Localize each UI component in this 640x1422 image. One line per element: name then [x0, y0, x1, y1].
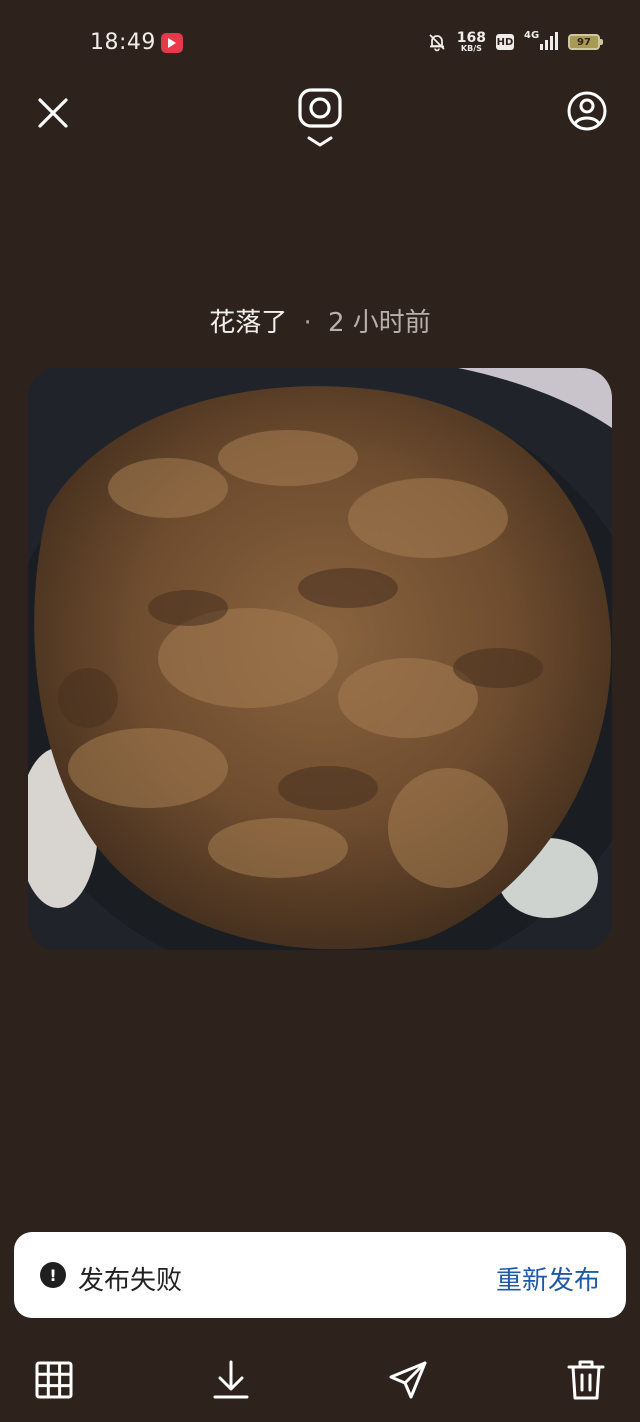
- trash-icon: [567, 1360, 605, 1400]
- hd-badge: HD: [496, 34, 514, 50]
- send-icon: [389, 1361, 427, 1399]
- profile-button[interactable]: [562, 86, 612, 136]
- grid-button[interactable]: [32, 1358, 76, 1402]
- toast-message: 发布失败: [78, 1266, 183, 1296]
- bottom-bar: [0, 1350, 640, 1410]
- battery-icon: 97: [568, 34, 603, 50]
- profile-icon: [567, 91, 607, 131]
- meta-separator: ·: [303, 308, 312, 338]
- camera-button[interactable]: [290, 84, 350, 154]
- delete-button[interactable]: [564, 1358, 608, 1402]
- mute-bell-icon: [429, 34, 445, 52]
- download-icon: [213, 1360, 249, 1399]
- republish-button[interactable]: 重新发布: [496, 1260, 600, 1297]
- top-bar: [0, 84, 640, 164]
- post-meta: 花落了 · 2 小时前: [0, 302, 640, 339]
- post-author[interactable]: 花落了: [209, 308, 287, 338]
- grid-icon: [35, 1361, 73, 1399]
- status-time: 18:49: [90, 30, 156, 55]
- close-button[interactable]: [30, 90, 76, 136]
- close-icon: [38, 98, 68, 128]
- signal-icon: 4G: [524, 30, 558, 52]
- download-button[interactable]: [209, 1358, 253, 1402]
- post-time: 2 小时前: [328, 308, 431, 338]
- publish-failed-toast: ! 发布失败 重新发布: [14, 1232, 626, 1318]
- send-button[interactable]: [386, 1358, 430, 1402]
- status-icons: 168 KB/S HD 4G 97: [427, 28, 603, 56]
- status-bar: 18:49 168 KB/S HD 4G 97: [0, 0, 640, 84]
- app-notification-icon: [161, 33, 183, 53]
- food-photo: [28, 368, 612, 950]
- post-photo[interactable]: [28, 368, 612, 950]
- error-icon: !: [40, 1262, 66, 1288]
- camera-icon: [298, 88, 342, 147]
- network-speed: 168 KB/S: [456, 30, 486, 53]
